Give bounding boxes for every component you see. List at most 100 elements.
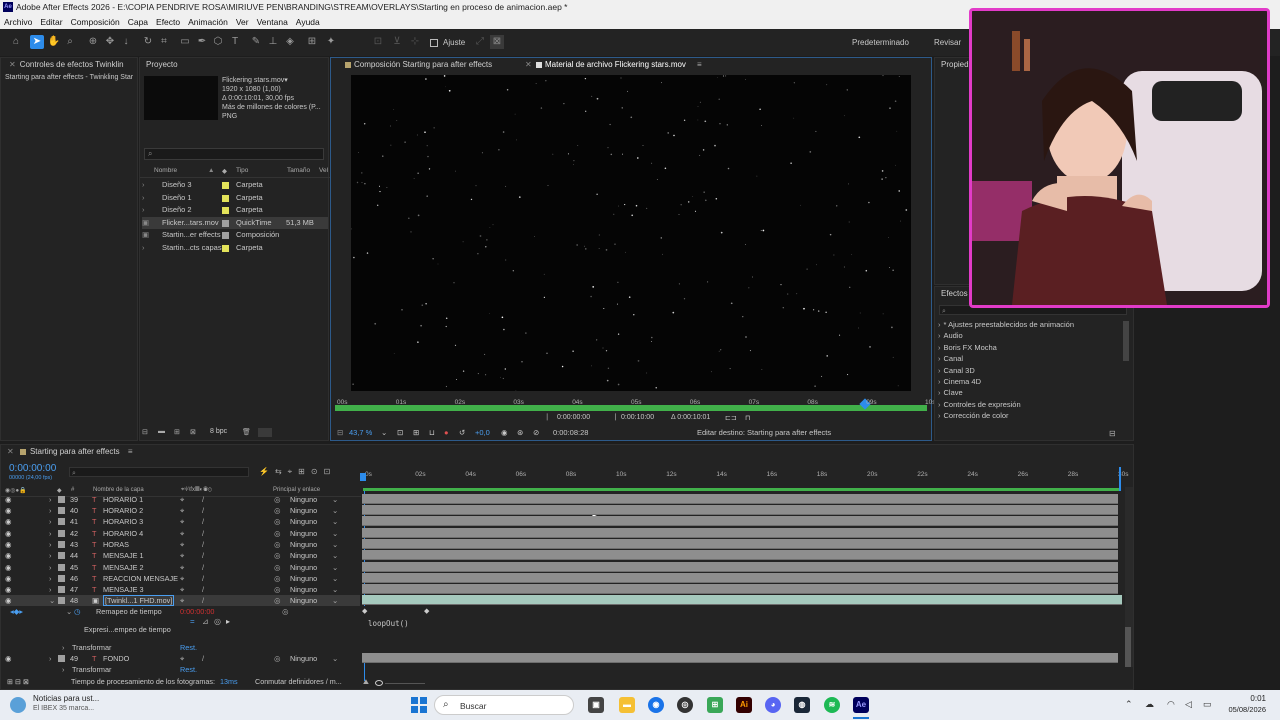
label-swatch[interactable] [222,219,229,227]
illustrator-icon[interactable]: Ai [736,697,752,713]
parent-dropdown[interactable]: Ninguno [290,550,317,561]
project-item[interactable]: ▣ Startin...er effects Composición [142,229,328,241]
layer-name[interactable]: MENSAJE 1 [103,550,144,561]
current-time-readout[interactable]: 0:00:08:28 [553,428,588,437]
pen-tool-alt-icon[interactable]: ⬡ [211,35,225,49]
layer-name[interactable]: MENSAJE 3 [103,584,144,595]
clock-time[interactable]: 0:01 [1226,694,1266,703]
shy-switch-icon[interactable]: ⌖ [180,573,184,584]
expand-arrow-icon[interactable]: ⌄ [49,595,55,606]
timeline-layer-row[interactable]: ◉ › 46 T REACCION MENSAJE ⌖ / ◎ Ninguno ⌄ [0,573,360,584]
channels-icon[interactable]: ● [444,428,449,437]
layer-name[interactable]: HORARIO 4 [103,528,143,539]
project-extra-button[interactable] [258,428,272,437]
new-folder-icon[interactable]: ▬ [158,428,165,435]
overlay-edit-icon[interactable]: ⊓ [745,414,750,422]
menu-editar[interactable]: Editar [36,15,66,29]
clock-date[interactable]: 05/08/2026 [1226,705,1266,714]
chevron-down-icon[interactable]: ⌄ [381,428,387,437]
expand-arrow-icon[interactable]: › [49,584,51,595]
eye-icon[interactable]: ◉ [5,584,11,595]
new-comp-icon[interactable]: ⊞ [174,428,180,436]
pickwhip-icon[interactable]: ◎ [274,505,280,516]
project-settings-icon[interactable]: ⊠ [190,428,196,436]
layer-duration-bar[interactable] [362,584,1118,595]
chevron-down-icon[interactable]: ⌄ [332,550,338,561]
orbit-camera-icon[interactable]: ⊕ [86,35,100,49]
in-point-icon[interactable]: ⎸ [547,414,554,422]
effects-category[interactable]: › * Ajustes preestablecidos de animación [938,320,1074,329]
footage-icon[interactable]: ▣ [142,217,149,229]
eye-icon[interactable]: ◉ [5,653,11,664]
chevron-down-icon[interactable]: ⌄ [332,505,338,516]
layer-duration-bar[interactable] [362,572,1118,583]
always-preview-icon[interactable]: ⊟ [337,428,343,437]
tab-footage[interactable]: Material de archivo Flickering stars.mov [536,58,686,72]
expand-arrow-icon[interactable]: › [938,400,941,409]
pan-behind-icon[interactable]: ⌗ [157,35,171,49]
layer-duration-bar[interactable] [362,527,1118,538]
expand-arrow-icon[interactable]: › [142,204,145,216]
obs-icon[interactable]: ◎ [677,697,693,713]
expand-arrow-icon[interactable]: › [142,242,145,254]
timeline-layer-row[interactable]: ◉ › 40 T HORARIO 2 ⌖ / ◎ Ninguno ⌄ [0,505,360,516]
label-swatch[interactable] [222,194,229,202]
timeline-layer-row[interactable]: ◉ ⌄ 48 ▣ [Twinkl...1 FHD.mov] ⌖ / ◎ Ninguno ⌄ [0,595,360,606]
project-item[interactable]: ▣ Flicker...tars.mov QuickTime 51,3 MB [142,216,328,229]
label-swatch[interactable] [222,207,229,214]
layer-name[interactable]: [Twinkl...1 FHD.mov] [103,595,175,606]
parent-dropdown[interactable]: Ninguno [290,528,317,539]
pickwhip-icon[interactable]: ◎ [274,653,280,664]
quality-switch-icon[interactable]: / [202,584,204,595]
expand-arrow-icon[interactable]: › [938,331,941,340]
chevron-down-icon[interactable]: ⌄ [332,494,338,505]
mask-icon[interactable]: ⊔ [429,428,435,437]
eye-icon[interactable]: ◉ [5,562,11,573]
expand-arrow-icon[interactable]: › [62,664,64,675]
menu-archivo[interactable]: Archivo [0,15,36,29]
chevron-down-icon[interactable]: ⌄ [332,584,338,595]
layer-duration-bar[interactable] [362,505,1118,515]
taskbar-search-input[interactable]: ⌕ Buscar [434,695,574,715]
shy-switch-icon[interactable]: ⌖ [180,528,184,539]
effect-controls-tab[interactable]: ✕ Controles de efectos Twinklin [1,58,137,72]
time-remap-value[interactable]: 0:00:00:00 [180,606,215,617]
interpret-footage-icon[interactable]: ⊟ [142,428,148,436]
label-swatch[interactable] [58,552,65,560]
news-title[interactable]: Noticias para ust... [33,694,99,703]
quality-switch-icon[interactable]: / [202,528,204,539]
snapshot-icon[interactable]: ◉ [501,428,508,437]
parent-dropdown[interactable]: Ninguno [290,516,317,527]
eye-icon[interactable]: ◉ [5,505,11,516]
parent-dropdown[interactable]: Ninguno [290,494,317,505]
expand-arrow-icon[interactable]: › [49,516,51,527]
col-type[interactable]: Tipo [236,167,248,174]
close-icon[interactable]: ✕ [9,60,16,69]
quality-switch-icon[interactable]: / [202,505,204,516]
chevron-down-icon[interactable]: ⌄ [332,653,338,664]
shy-switch-icon[interactable]: ⌖ [180,516,184,527]
spotify-icon[interactable]: ≋ [824,697,840,713]
stopwatch-icon[interactable]: ◷ [74,606,80,617]
exposure-value[interactable]: +0,0 [475,428,490,437]
zoom-tool-icon[interactable]: ⌕ [63,35,77,49]
label-swatch[interactable] [58,563,65,571]
transform-reset[interactable]: Rest. [180,664,197,675]
keyframe-icon[interactable]: ◆ [424,607,429,615]
label-swatch[interactable] [58,586,65,594]
eye-icon[interactable]: ◉ [5,539,11,550]
menu-efecto[interactable]: Efecto [152,15,184,29]
axis-icon[interactable]: ⊹ [408,35,422,49]
menu-ayuda[interactable]: Ayuda [292,15,324,29]
expand-arrow-icon[interactable]: › [938,354,941,363]
chevron-up-icon[interactable]: ⌃ [1125,699,1133,710]
chevron-down-icon[interactable]: ⌄ [332,595,338,606]
layer-name[interactable]: HORAS [103,539,129,550]
quality-switch-icon[interactable]: / [202,494,204,505]
pickwhip-icon[interactable]: ◎ [274,494,280,505]
pickwhip-icon[interactable]: ◎ [274,595,280,606]
effects-category[interactable]: › Cinema 4D [938,377,981,386]
workspace-review[interactable]: Revisar [934,38,961,47]
parent-dropdown[interactable]: Ninguno [290,595,317,606]
brush-tool-icon[interactable]: ✎ [249,35,263,49]
